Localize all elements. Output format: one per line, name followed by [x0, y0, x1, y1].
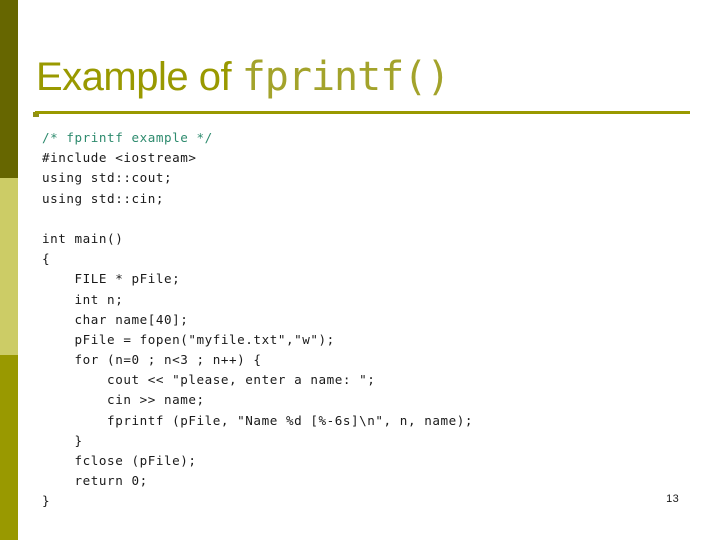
code-line: { [42, 251, 51, 267]
code-line: fclose (pFile); [42, 453, 197, 468]
code-line: fprintf (pFile, "Name %d [%-6s]\n", n, n… [42, 412, 473, 428]
code-line: #include <iostream> [42, 150, 197, 166]
code-block: /* fprintf example */ #include <iostream>… [42, 128, 682, 512]
code-line: for (n=0 ; n<3 ; n++) { [42, 352, 262, 368]
code-line: using std::cin; [42, 190, 164, 206]
page-title-code: fprintf() [241, 54, 451, 100]
sidebar-band-bottom [0, 355, 18, 540]
sidebar-decoration [0, 0, 18, 540]
code-line: pFile = fopen("myfile.txt","w"); [42, 331, 335, 347]
page-title: Example of fprintf() [36, 50, 696, 106]
page-title-text: Example of [36, 55, 242, 99]
sidebar-band-top [0, 0, 18, 178]
title-rule [35, 111, 690, 114]
code-line: int n; [42, 291, 124, 307]
code-line: FILE * pFile; [42, 271, 181, 287]
slide: Example of fprintf() /* fprintf example … [0, 0, 720, 540]
code-line: } [42, 493, 51, 509]
code-line: char name[40]; [42, 311, 189, 327]
code-line: cout << "please, enter a name: "; [42, 372, 376, 388]
code-line: } [42, 432, 83, 448]
code-line: int main() [42, 230, 124, 246]
sidebar-band-middle [0, 178, 18, 355]
page-number: 13 [666, 493, 679, 505]
code-line: using std::cout; [42, 170, 173, 186]
code-line: return 0; [42, 473, 148, 489]
code-line: cin >> name; [42, 392, 205, 408]
code-line: /* fprintf example */ [42, 130, 213, 145]
